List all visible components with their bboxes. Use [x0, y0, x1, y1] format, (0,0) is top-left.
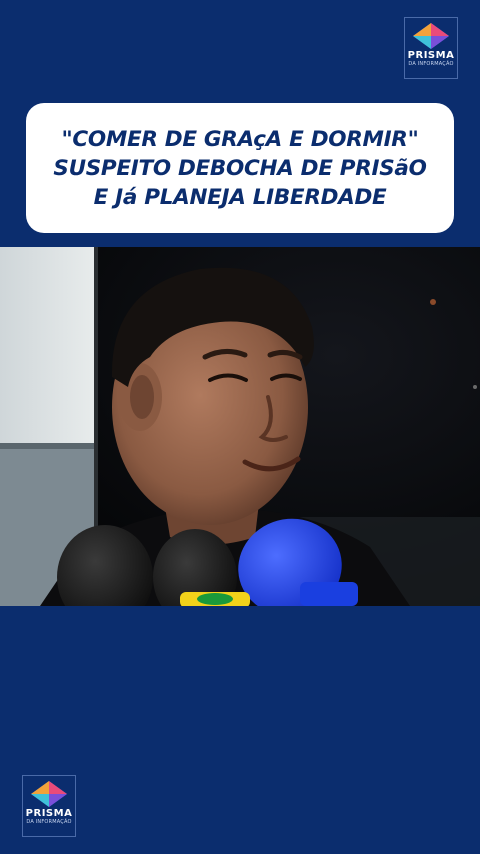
- prism-icon: [413, 23, 449, 49]
- prism-icon: [31, 781, 67, 807]
- headline-line-1: "COMER DE GRAçA E DORMIR": [61, 126, 419, 152]
- prisma-logo-top: PRISMA DA INFORMAÇÃO: [404, 17, 458, 79]
- headline-line-2: SUSPEITO DEBOCHA DE PRISãO: [53, 155, 427, 181]
- logo-tagline: DA INFORMAÇÃO: [26, 819, 72, 825]
- logo-tagline: DA INFORMAÇÃO: [408, 61, 454, 67]
- logo-wordmark: PRISMA: [407, 50, 455, 61]
- video-frame[interactable]: [0, 247, 480, 606]
- headline-box: "COMER DE GRAçA E DORMIR" SUSPEITO DEBOC…: [26, 103, 454, 233]
- headline-line-3: E Já PLANEJA LIBERDADE: [93, 184, 387, 210]
- interview-scene: [0, 247, 480, 606]
- prisma-logo-bottom: PRISMA DA INFORMAÇÃO: [22, 775, 76, 837]
- logo-wordmark: PRISMA: [25, 808, 73, 819]
